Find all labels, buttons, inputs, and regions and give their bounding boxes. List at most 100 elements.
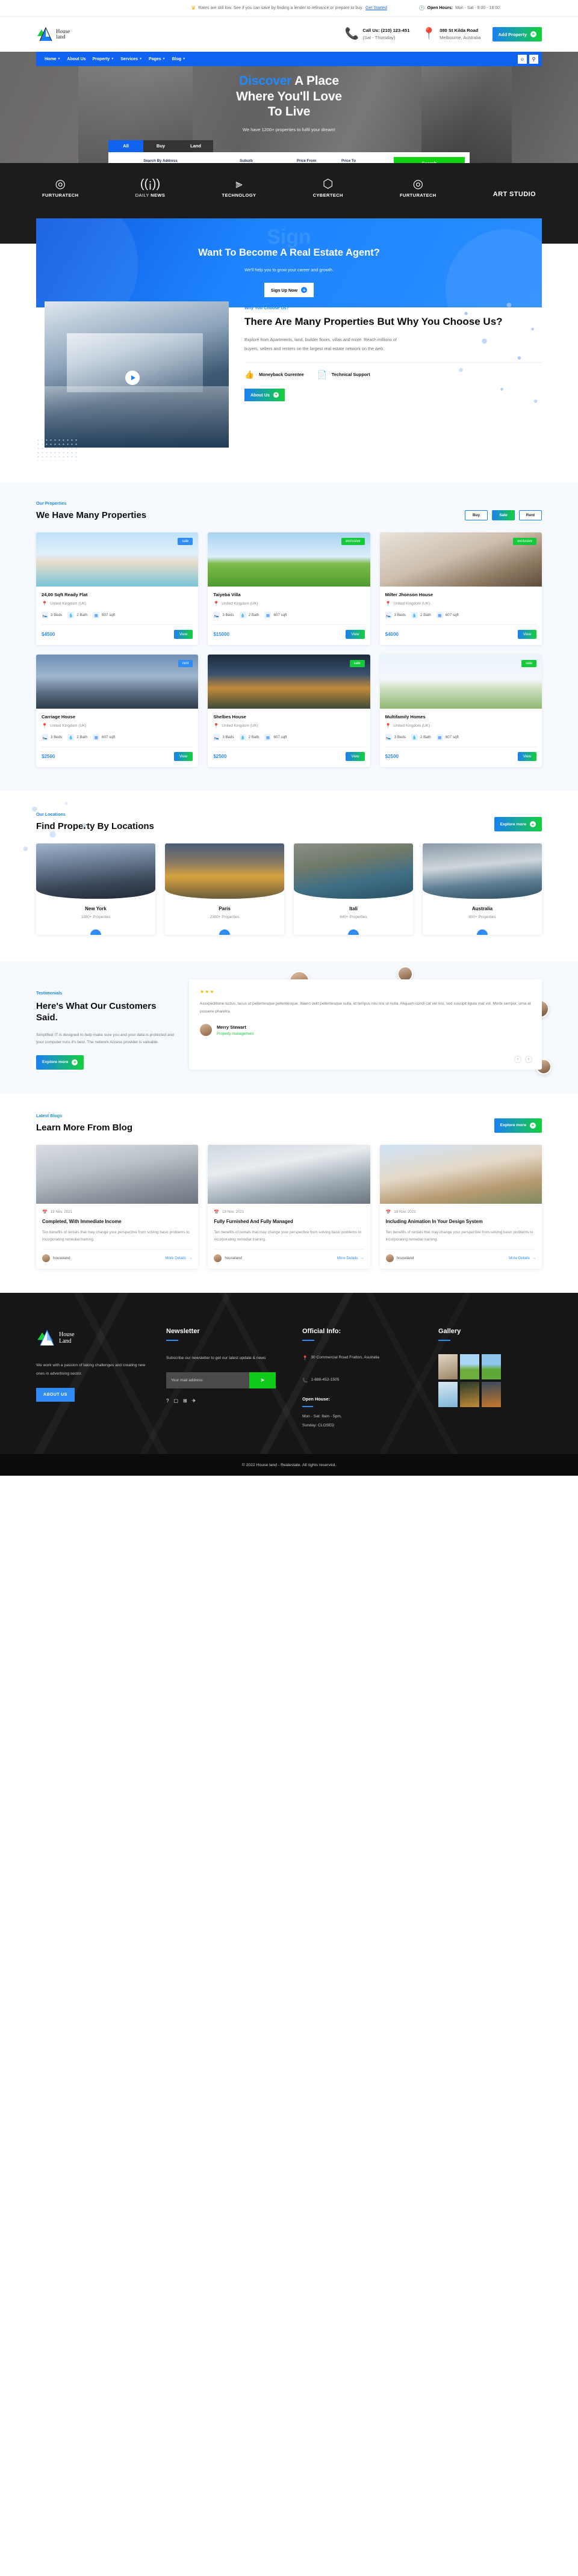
property-area: 607 sqft [445,613,459,617]
add-property-button[interactable]: Add Property + [493,27,542,42]
status-badge: sale [349,660,365,667]
location-card[interactable]: Australia 800+ Properties → [423,843,542,935]
search-tab-buy[interactable]: Buy [143,140,178,152]
about-us-button[interactable]: About Us + [244,388,285,401]
nav-item-property[interactable]: Property ▼ [93,57,114,61]
arrow-right-icon[interactable]: → [219,929,230,935]
social-links: ? ▢ ⊞ ✈ [166,1398,287,1404]
gallery-thumbnail[interactable] [460,1382,479,1408]
more-details-link[interactable]: More Details → [509,1256,536,1260]
view-property-button[interactable]: View [517,630,536,639]
header-phone-block[interactable]: 📞 Call Us: (210) 123-451 (Sat - Thursday… [345,27,410,41]
footer-phone[interactable]: 1-888-452-1505 [311,1376,339,1385]
instagram-icon[interactable]: ▢ [173,1398,178,1404]
arrow-right-icon[interactable]: → [348,929,359,935]
view-property-button[interactable]: View [346,752,365,761]
blog-card[interactable]: 📅 19 Nov, 2021 Fully Furnished And Fully … [208,1144,370,1269]
view-property-button[interactable]: View [346,630,365,639]
site-logo[interactable]: House land [36,25,70,43]
bath-icon: 💧 [67,612,75,618]
arrow-right-icon: → [360,1256,364,1261]
search-tab-land[interactable]: Land [178,140,213,152]
gallery-thumbnail[interactable] [438,1354,458,1380]
carousel-controls: ‹ › [514,1055,532,1063]
gallery-thumbnail[interactable] [482,1382,501,1408]
blog-section: Latest Blogs Learn More From Blog Explor… [0,1094,578,1293]
newsletter-email-input[interactable] [166,1372,249,1389]
chevron-right-icon[interactable]: › [525,1055,532,1063]
agent-cta-title: Want To Become A Real Estate Agent? [198,247,380,258]
arrow-right-icon[interactable]: → [477,929,488,935]
blog-card[interactable]: 📅 19 Nov, 2021 Completed, With Immediate … [36,1144,199,1269]
footer-logo[interactable]: House Land [36,1328,151,1348]
top-bar-message-group: ♛ Rates are still low. See if you can sa… [191,5,387,11]
testimonials-title: Here's What Our Customers Said. [36,1001,157,1023]
gallery-thumbnail[interactable] [438,1382,458,1408]
property-location: United Kingdom (UK) [222,724,258,728]
linkedin-icon[interactable]: ⊞ [183,1398,187,1404]
gallery-thumbnail[interactable] [482,1354,501,1380]
property-image: exclusive [379,532,542,587]
nav-item-services[interactable]: Services ▼ [120,57,142,61]
suburb-field[interactable]: Suburb Any▼ [207,159,285,163]
user-icon[interactable]: ☺ [518,54,527,64]
price-from-field[interactable]: Price From Any▼ [285,159,328,163]
header-address-block[interactable]: 📍 380 St Kilda Road Melbourne, Australia [421,27,480,41]
facebook-icon[interactable]: ? [166,1398,169,1404]
play-icon[interactable] [125,371,140,386]
price-to-label: Price To [341,158,356,163]
property-card[interactable]: exclusive Milter Jhonson House 📍 United K… [379,532,542,645]
blog-card[interactable]: 📅 19 Nov, 2021 Including Animation In You… [379,1144,542,1269]
gallery-title: Gallery [438,1328,461,1336]
arrow-right-icon[interactable]: → [90,929,101,935]
newsletter-send-button[interactable]: ➤ [249,1372,276,1389]
hero-title-rest: A Place [291,74,339,88]
nav-item-about-us[interactable]: About Us [67,57,85,61]
property-filter-group: Buy Sale Rent [465,510,542,520]
avatar [214,1254,222,1263]
footer-about-us-button[interactable]: ABOUT US [36,1388,75,1402]
map-pin-icon: 📍 [385,601,391,606]
property-price: $2500 [385,754,399,759]
location-card[interactable]: Paris 2300+ Properties → [165,843,284,935]
more-details-link[interactable]: More Details → [165,1256,192,1260]
footer-official-info-column: Official Info: 📍 30 Commercial Road Fratt… [302,1328,423,1430]
search-tab-all[interactable]: All [108,140,143,152]
logo-mark-icon [37,1330,54,1346]
price-to-field[interactable]: Price To Any▼ [328,159,370,163]
property-card[interactable]: sale Shelbes House 📍 United Kingdom (UK) … [208,655,370,767]
agent-cta-subtitle: We'll help you to grow your career and g… [244,267,334,273]
filter-sale[interactable]: Sale [492,510,515,520]
locations-explore-more-button[interactable]: Explore more + [494,817,542,831]
nav-item-pages[interactable]: Pages ▼ [149,57,166,61]
chevron-left-icon[interactable]: ‹ [514,1055,521,1063]
view-property-button[interactable]: View [174,630,193,639]
nav-item-home[interactable]: Home ▼ [45,57,60,61]
more-details-link[interactable]: More Details → [337,1256,364,1260]
location-card[interactable]: Itali 640+ Properties → [294,843,413,935]
view-property-button[interactable]: View [174,752,193,761]
property-card[interactable]: exclusive Taiyeba Villa 📍 United Kingdom … [208,532,370,645]
view-property-button[interactable]: View [517,752,536,761]
property-card[interactable]: sale 24,00 Sqft Ready Flat 📍 United Kingd… [36,532,199,645]
filter-buy[interactable]: Buy [465,510,488,520]
gallery-thumbnail[interactable] [460,1354,479,1380]
sign-up-now-button[interactable]: Sign Up Now + [264,283,314,297]
divider [438,1340,450,1342]
search-icon[interactable]: ⚲ [529,54,538,64]
hero-title-highlight: Discover [239,74,292,88]
search-address-field[interactable]: Search By Address Search Address [114,159,207,163]
location-card[interactable]: New York 1300+ Properties → [36,843,155,935]
search-button[interactable]: Search [394,156,465,163]
property-card[interactable]: rent Carriage House 📍 United Kingdom (UK)… [36,655,199,767]
nav-item-blog[interactable]: Blog ▼ [172,57,186,61]
search-tabs: All Buy Land [108,140,470,152]
get-started-link[interactable]: Get Started [365,6,387,10]
property-title: Carriage House [42,714,76,719]
twitter-icon[interactable]: ✈ [192,1398,196,1404]
blog-explore-more-button[interactable]: Explore more + [494,1118,542,1133]
property-card[interactable]: sale Multifamily Homes 📍 United Kingdom (… [379,655,542,767]
filter-rent[interactable]: Rent [519,510,542,520]
testimonials-explore-more-button[interactable]: Explore more + [36,1055,84,1070]
open-hours-label: Open Hours: [427,6,453,10]
